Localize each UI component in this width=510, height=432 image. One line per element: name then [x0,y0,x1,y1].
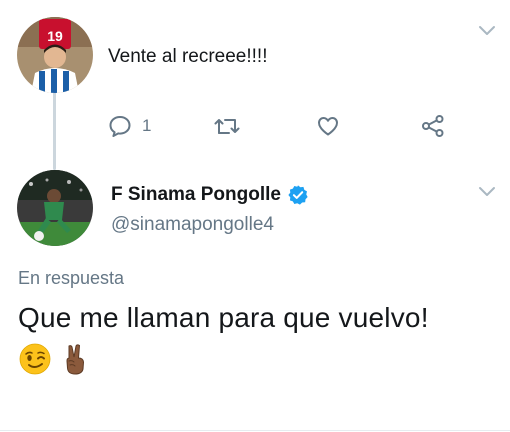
retweet-icon [214,119,240,134]
author-name-row[interactable]: F Sinama Pongolle [111,184,309,206]
reply-icon [109,116,131,137]
winking-face-emoji [19,343,51,375]
like-button[interactable] [316,114,340,138]
main-tweet-menu-chevron-icon[interactable] [477,185,497,199]
main-tweet-text: Que me llaman para que vuelvo! [18,302,429,333]
share-icon [422,115,444,137]
reply-count: 1 [142,116,152,135]
reply-author-avatar[interactable]: 19 [17,17,93,93]
heart-icon [318,117,338,136]
verified-badge-icon [288,185,308,205]
retweet-button[interactable] [214,114,240,138]
reply-button[interactable]: 1 [108,114,151,138]
author-display-name: F Sinama Pongolle [111,184,281,205]
main-author-avatar[interactable] [17,170,93,246]
share-button[interactable] [421,114,445,138]
tweet-divider [0,430,510,431]
reply-context-label: En respuesta [18,268,125,288]
thread-connector-line [53,92,56,170]
victory-hand-emoji [66,344,85,375]
reply-tweet-menu-chevron-icon[interactable] [477,24,497,38]
svg-text:19: 19 [47,28,63,44]
reply-tweet-text: Vente al recreee!!!! [108,46,268,67]
author-handle[interactable]: @sinamapongolle4 [111,214,274,236]
